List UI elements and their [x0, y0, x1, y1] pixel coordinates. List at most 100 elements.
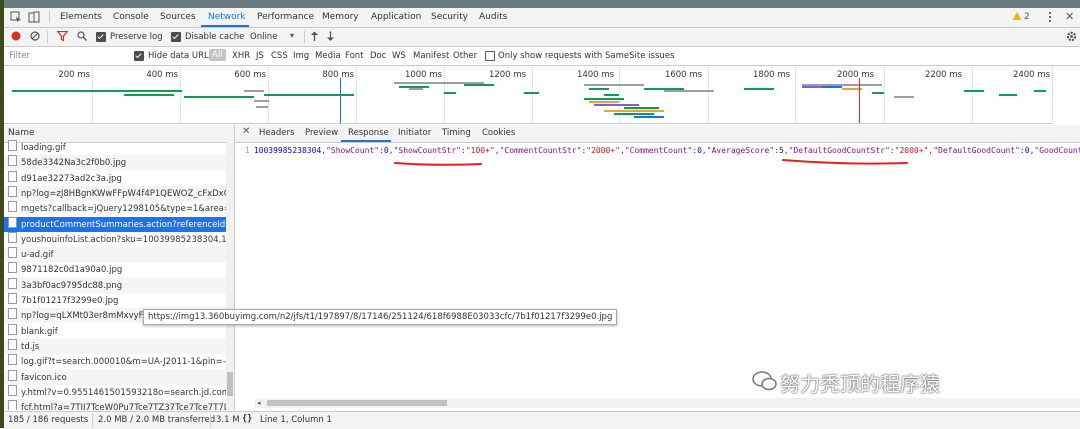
request-name: d91ae32273ad2c3a.jpg [21, 173, 122, 184]
filter-input[interactable]: Filter [9, 51, 30, 61]
response-scroll-thumb[interactable] [267, 400, 447, 406]
waterfall-bar [624, 107, 659, 109]
overview-gridline [180, 66, 181, 123]
request-name: fcf.html?a=7TJI7TceW0Pu7Tce7TZ37Tce7Tce7… [21, 403, 226, 410]
import-har-icon[interactable] [310, 31, 319, 45]
tab-performance[interactable]: Performance [257, 12, 314, 22]
request-row[interactable]: loading.gif [4, 140, 226, 155]
request-name: productCommentSummaries.action?reference… [21, 219, 226, 230]
annotation-underlines [394, 159, 908, 166]
waterfall-bar [964, 90, 984, 92]
request-row[interactable]: log.gif?t=search.000010&m=UA-J2011-1&pin… [4, 354, 226, 369]
type-filter-js[interactable]: JS [256, 51, 264, 61]
chevron-down-icon[interactable]: ▾ [290, 31, 294, 40]
inspect-icon[interactable] [10, 11, 22, 26]
request-row[interactable]: youshouinfoList.action?sku=1003998523830… [4, 231, 226, 247]
request-row[interactable]: 58de3342Na3c2f0b0.jpg [4, 155, 226, 171]
tab-sources[interactable]: Sources [160, 12, 196, 22]
tab-application[interactable]: Application [371, 12, 421, 22]
overview-gridline [444, 66, 445, 123]
clear-icon[interactable] [30, 31, 40, 44]
request-row[interactable]: blank.gif [4, 323, 226, 339]
waterfall-bar [254, 100, 269, 102]
request-row[interactable]: mgets?callback=jQuery1298105&type=1&area… [4, 201, 226, 216]
request-name: log.gif?t=search.000010&m=UA-J2011-1&pin… [21, 357, 226, 368]
gear-icon[interactable] [1066, 31, 1077, 45]
type-filter-all[interactable]: All [209, 49, 226, 61]
waterfall-bar [604, 110, 664, 112]
overview-gridline [972, 66, 973, 123]
filter-icon[interactable] [56, 30, 69, 44]
hide-data-urls-label: Hide data URLs [148, 51, 214, 61]
request-row[interactable]: d91ae32273ad2c3a.jpg [4, 170, 226, 186]
preserve-log-checkbox[interactable] [96, 32, 106, 42]
tab-network[interactable]: Network [208, 12, 246, 22]
type-filter-img[interactable]: Img [293, 51, 309, 61]
hide-data-urls-checkbox[interactable] [134, 51, 144, 61]
waterfall-bar [1034, 90, 1046, 92]
tab-security[interactable]: Security [431, 12, 468, 22]
close-icon[interactable]: ✕ [1065, 10, 1074, 23]
tab-audits[interactable]: Audits [479, 12, 507, 22]
request-row[interactable]: u-ad.gif [4, 247, 226, 263]
list-scrollbar[interactable] [226, 142, 234, 410]
pretty-print-icon[interactable]: {} [242, 414, 252, 424]
search-icon[interactable] [77, 31, 87, 44]
toolbar-divider [304, 31, 305, 43]
request-name: loading.gif [21, 143, 66, 153]
overview-gridline [708, 66, 709, 123]
file-icon [8, 354, 17, 366]
waterfall-bar [124, 94, 174, 96]
type-filter-font[interactable]: Font [345, 51, 364, 61]
export-har-icon[interactable] [326, 31, 335, 45]
request-row[interactable]: y.html?v=0.9551461501593218o=search.jd.c… [4, 384, 226, 400]
type-filter-css[interactable]: CSS [271, 51, 288, 61]
request-name: y.html?v=0.9551461501593218o=search.jd.c… [21, 387, 226, 398]
overview-tick: 600 ms [234, 70, 266, 80]
request-row[interactable]: favicon.ico [4, 369, 226, 385]
request-count: 185 / 186 requests [8, 415, 89, 425]
tab-console[interactable]: Console [113, 12, 149, 22]
type-filter-manifest[interactable]: Manifest [413, 51, 449, 61]
list-scroll-thumb[interactable] [227, 372, 233, 396]
overview-tick: 400 ms [146, 70, 178, 80]
request-row[interactable]: fcf.html?a=7TJI7TceW0Pu7Tce7TZ37Tce7Tce7… [4, 400, 226, 410]
record-icon[interactable] [11, 31, 21, 44]
request-row[interactable]: 7b1f01217f3299e0.jpg [4, 293, 226, 308]
waterfall-bar [822, 86, 842, 88]
file-icon [8, 277, 17, 289]
device-toolbar-icon[interactable] [28, 11, 40, 26]
type-filter-other[interactable]: Other [453, 51, 477, 61]
throttling-select[interactable]: Online [250, 32, 277, 42]
file-icon [8, 231, 17, 243]
type-filter-doc[interactable]: Doc [370, 51, 386, 61]
more-options-icon[interactable] [1047, 11, 1053, 26]
response-hscrollbar[interactable]: ◂ [255, 398, 1080, 408]
waterfall-bar [744, 88, 774, 90]
type-filter-ws[interactable]: WS [392, 51, 406, 61]
request-list: Name loading.gif 58de3342Na3c2f0b0.jpg d91… [4, 125, 235, 410]
request-row[interactable]: td.js [4, 338, 226, 354]
waterfall-bar [634, 116, 664, 118]
network-overview[interactable]: 200 ms 400 ms 600 ms 800 ms 1000 ms 1200… [4, 66, 1052, 124]
disable-cache-checkbox[interactable] [171, 32, 181, 42]
waterfall-bar [12, 90, 182, 92]
request-name: 3a3bf0ac9795dc88.png [21, 280, 123, 291]
warning-count[interactable]: 2 [1024, 12, 1030, 22]
scroll-left-icon[interactable]: ◂ [257, 399, 261, 407]
file-icon [8, 216, 17, 228]
waterfall-bar [244, 90, 264, 92]
waterfall-bar [409, 88, 423, 90]
devtools-tabbar: Elements Console Sources Network Perform… [4, 8, 1080, 28]
tab-elements[interactable]: Elements [60, 12, 102, 22]
request-row[interactable]: 3a3bf0ac9795dc88.png [4, 277, 226, 293]
request-row[interactable]: np?log=zJ8HBgnKWwFFpW4f4P1QEWOZ_cFxDxCPl… [4, 185, 226, 201]
warning-icon[interactable] [1012, 11, 1022, 24]
request-row[interactable]: 9871182c0d1a90a0.jpg [4, 262, 226, 277]
samesite-checkbox[interactable] [485, 51, 495, 61]
tab-memory[interactable]: Memory [322, 12, 359, 22]
request-row[interactable]: productCommentSummaries.action?reference… [4, 216, 226, 232]
overview-gridline [356, 66, 357, 123]
type-filter-media[interactable]: Media [315, 51, 341, 61]
type-filter-xhr[interactable]: XHR [232, 51, 250, 61]
